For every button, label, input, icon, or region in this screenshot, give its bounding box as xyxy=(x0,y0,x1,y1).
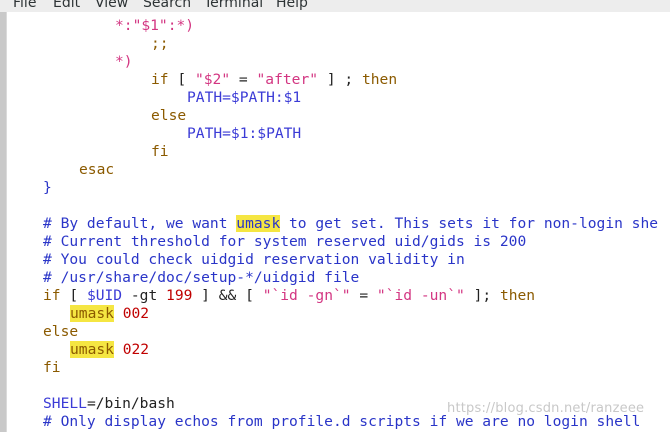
terminal-text-area[interactable]: *:"$1":*) ;; *) if [ "$2" = "after" ] ; … xyxy=(6,12,670,432)
keyword: if xyxy=(151,71,169,88)
code-text: = xyxy=(238,71,248,88)
code-line-12: # Current threshold for system reserved … xyxy=(43,233,527,250)
comment-text: # By default, we want xyxy=(43,215,237,232)
search-highlight: umask xyxy=(70,341,114,358)
number: 022 xyxy=(122,341,150,358)
code-line-17: else xyxy=(43,323,79,340)
code-line-11: # By default, we want umask to get set. … xyxy=(43,215,658,233)
code-text: ]; xyxy=(464,287,492,304)
code-line-2: ;; xyxy=(151,35,169,53)
menu-help[interactable]: Help xyxy=(276,0,308,12)
code-text: ] && [ xyxy=(192,287,263,304)
code-line-7: PATH=$1:$PATH xyxy=(187,125,302,142)
menu-terminal[interactable]: Terminal xyxy=(204,0,263,12)
code-line-9: esac xyxy=(79,161,115,178)
comment-text: to get set. This sets it for non-login s… xyxy=(280,215,659,232)
code-text: = xyxy=(350,287,377,304)
number: 199 xyxy=(166,287,193,304)
code-line-4: if [ "$2" = "after" ] ; then xyxy=(151,71,397,89)
string: "after" xyxy=(256,71,319,88)
variable: SHELL xyxy=(43,395,87,412)
code-text: -gt xyxy=(122,287,167,304)
menu-bar: File Edit View Search Terminal Help xyxy=(0,0,670,12)
code-line-1: *:"$1":*) xyxy=(115,17,194,35)
search-highlight: umask xyxy=(236,215,281,232)
code-line-16: umask 002 xyxy=(70,305,149,323)
code-line-3: *) xyxy=(115,53,133,71)
code-line-5: PATH=$PATH:$1 xyxy=(187,89,302,106)
code-line-15: if [ $UID -gt 199 ] && [ "`id -gn`" = "`… xyxy=(43,287,535,305)
case-pattern: *) xyxy=(115,53,133,70)
code-line-20: SHELL=/bin/bash xyxy=(43,395,175,413)
code-text: ] ; xyxy=(326,71,354,88)
menu-file[interactable]: File xyxy=(13,0,36,12)
code-line-18: umask 022 xyxy=(70,341,149,359)
code-line-14: # /usr/share/doc/setup-*/uidgid file xyxy=(43,269,360,286)
menu-view[interactable]: View xyxy=(95,0,128,12)
search-highlight: umask xyxy=(70,305,114,322)
string: "`id -gn`" xyxy=(262,287,351,304)
menu-search[interactable]: Search xyxy=(143,0,191,12)
case-pattern: *:"$1":*) xyxy=(115,17,195,34)
code-line-13: # You could check uidgid reservation val… xyxy=(43,251,465,268)
watermark-text: https://blog.csdn.net/ranzeee xyxy=(447,401,645,416)
case-terminator: ;; xyxy=(151,35,169,52)
keyword: then xyxy=(361,71,398,88)
code-line-10: } xyxy=(43,179,52,196)
code-line-19: fi xyxy=(43,359,61,376)
keyword: if xyxy=(43,287,61,304)
code-line-8: fi xyxy=(151,143,169,160)
code-line-6: else xyxy=(151,107,187,124)
variable: $UID xyxy=(86,287,123,304)
code-text: =/bin/bash xyxy=(86,395,175,412)
menu-edit[interactable]: Edit xyxy=(53,0,80,12)
string: "$2" xyxy=(194,71,231,88)
code-text: [ xyxy=(60,287,87,304)
number: 002 xyxy=(122,305,150,322)
string: "`id -un`" xyxy=(376,287,465,304)
code-text: [ xyxy=(177,71,187,88)
keyword: then xyxy=(499,287,536,304)
